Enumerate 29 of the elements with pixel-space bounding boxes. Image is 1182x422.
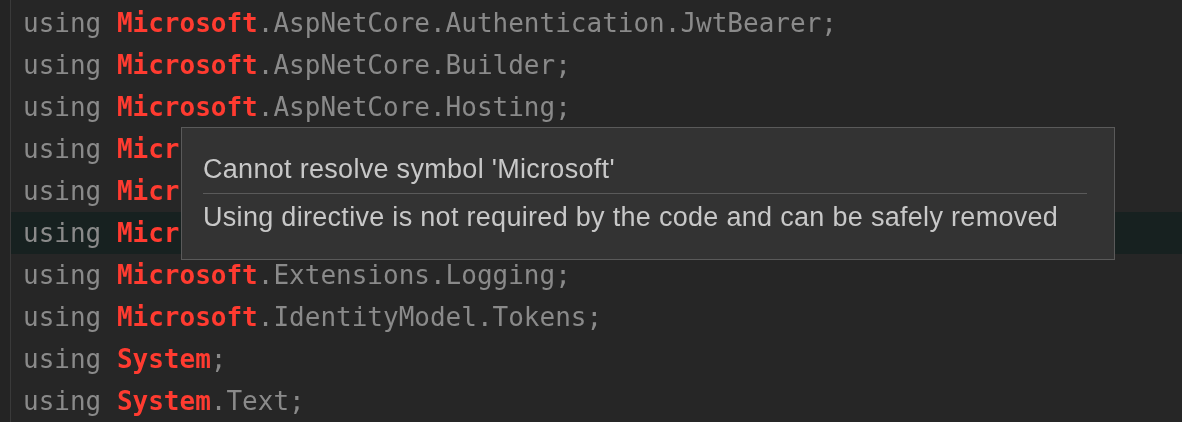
code-text: ; [210, 344, 227, 374]
keyword: using [23, 218, 102, 248]
unresolved-identifier: Micr [116, 176, 180, 206]
unresolved-identifier: System [116, 344, 211, 374]
tooltip-message: Using directive is not required by the code and can be safely removed [203, 201, 1059, 234]
keyword: using [23, 92, 102, 122]
keyword: using [23, 134, 102, 164]
unresolved-identifier: Microsoft [116, 8, 258, 38]
keyword: using [23, 50, 102, 80]
keyword: using [23, 302, 102, 332]
keyword: using [23, 260, 102, 290]
code-text: .IdentityModel.Tokens; [257, 302, 603, 332]
keyword: using [23, 176, 102, 206]
code-text: .AspNetCore.Builder; [257, 50, 571, 80]
unresolved-identifier: Microsoft [116, 50, 258, 80]
code-text: .Text; [210, 386, 305, 416]
code-text: .AspNetCore.Hosting; [257, 92, 571, 122]
unresolved-identifier: Microsoft [116, 302, 258, 332]
keyword: using [23, 386, 102, 416]
tooltip-title: Cannot resolve symbol 'Microsoft' [203, 153, 615, 186]
keyword: using [23, 8, 102, 38]
code-text: .Extensions.Logging; [257, 260, 571, 290]
keyword: using [23, 344, 102, 374]
unresolved-identifier: System [116, 386, 211, 416]
unresolved-identifier: Microsoft [116, 92, 258, 122]
unresolved-identifier: Micr [116, 134, 180, 164]
code-text: .AspNetCore.Authentication.JwtBearer; [257, 8, 837, 38]
unresolved-identifier: Micr [116, 218, 180, 248]
unresolved-identifier: Microsoft [116, 260, 258, 290]
